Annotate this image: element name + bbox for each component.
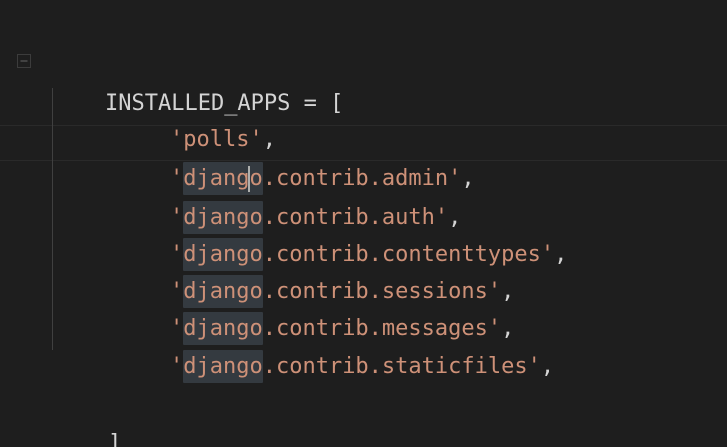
- code-line-app[interactable]: 'django.contrib.contenttypes',: [117, 201, 567, 271]
- code-line-installed-apps[interactable]: INSTALLED_APPS = [: [52, 50, 343, 116]
- comma: ,: [461, 166, 475, 191]
- fold-collapse-icon[interactable]: [17, 53, 31, 68]
- comma: ,: [554, 242, 568, 267]
- comma: ,: [540, 354, 555, 379]
- code-line-app[interactable]: 'django.contrib.sessions',: [117, 238, 514, 308]
- code-line-closing[interactable]: ]: [55, 390, 121, 447]
- highlighted-word: django: [183, 350, 263, 383]
- code-editor[interactable]: INSTALLED_APPS = [ 'polls', 'django.cont…: [0, 0, 727, 447]
- string-quote: ': [169, 354, 184, 379]
- assignment-operator: =: [290, 91, 331, 116]
- code-line-app[interactable]: 'django.contrib.staticfiles',: [117, 313, 554, 383]
- close-bracket: ]: [107, 431, 122, 447]
- code-line-app[interactable]: 'django.contrib.auth',: [117, 164, 461, 234]
- string-quote: ': [527, 354, 541, 379]
- code-line-app[interactable]: 'polls',: [117, 86, 276, 152]
- string-value: .contrib.staticfiles: [262, 354, 528, 379]
- string-quote: ': [540, 242, 555, 267]
- code-line-app[interactable]: 'django.contrib.messages',: [117, 275, 514, 345]
- open-bracket: [: [330, 91, 344, 116]
- code-line-app[interactable]: 'django.contrib.admin',: [117, 125, 475, 195]
